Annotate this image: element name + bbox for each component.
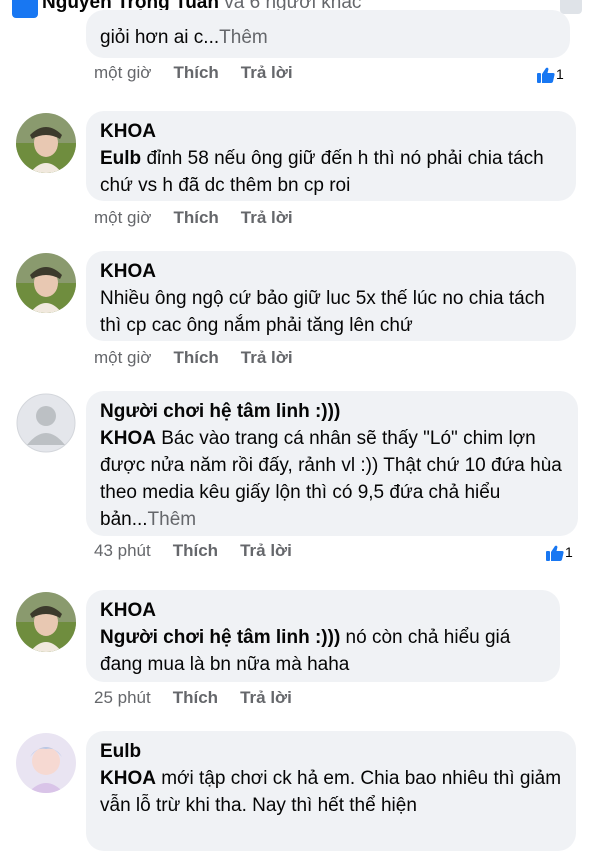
comment-body: đỉnh 58 nếu ông giữ đến h thì nó phải ch… (100, 148, 544, 196)
comment-meta: một giờ Thích Trả lời (94, 63, 293, 83)
comment-meta: một giờ Thích Trả lời (94, 348, 293, 368)
thumbs-up-icon (537, 67, 555, 84)
comment-meta: 43 phút Thích Trả lời (94, 541, 292, 561)
comment-bubble: KHOA Người chơi hệ tâm linh :))) nó còn … (86, 590, 560, 682)
mention-tag[interactable]: Eulb (100, 148, 141, 169)
reply-button[interactable]: Trả lời (240, 541, 292, 561)
like-button[interactable]: Thích (173, 688, 218, 708)
thumbs-up-icon (546, 545, 564, 562)
like-button[interactable]: Thích (173, 541, 218, 561)
reaction-number: 1 (565, 544, 573, 560)
avatar[interactable] (16, 253, 76, 313)
like-button[interactable]: Thích (173, 208, 218, 228)
default-avatar-icon (16, 393, 76, 453)
reaction-count[interactable]: 1 (536, 66, 564, 84)
comment-text: giỏi hơn ai c... (100, 27, 220, 48)
comment-time: 25 phút (94, 688, 151, 707)
comment-meta: một giờ Thích Trả lời (94, 208, 293, 228)
reply-button[interactable]: Trả lời (240, 688, 292, 708)
reaction-count[interactable]: 1 (545, 544, 573, 562)
reply-button[interactable]: Trả lời (241, 63, 293, 83)
comment-body: mới tập chơi ck hả em. Chia bao nhiêu th… (100, 768, 562, 816)
comment-text: Người chơi hệ tâm linh :))) nó còn chả h… (100, 624, 546, 678)
like-icon (12, 0, 38, 18)
comment-text: KHOA Bác vào trang cá nhân sẽ thấy "Ló" … (100, 425, 564, 533)
comment-bubble: Eulb KHOA mới tập chơi ck hả em. Chia ba… (86, 731, 576, 851)
avatar[interactable] (16, 113, 76, 173)
see-more-link[interactable]: Thêm (148, 509, 197, 530)
person-photo-icon (16, 592, 76, 652)
comment-author[interactable]: Người chơi hệ tâm linh :))) (100, 399, 564, 425)
like-button[interactable]: Thích (173, 63, 218, 83)
illustrated-avatar-icon (16, 733, 76, 793)
person-photo-icon (16, 113, 76, 173)
comment-bubble: giỏi hơn ai c...Thêm (86, 10, 570, 58)
comment-text: Nhiều ông ngộ cứ bảo giữ luc 5x thế lúc … (100, 288, 545, 336)
avatar[interactable] (16, 393, 76, 453)
comment-author[interactable]: Eulb (100, 739, 562, 765)
reaction-number: 1 (556, 66, 564, 82)
reply-button[interactable]: Trả lời (241, 348, 293, 368)
avatar[interactable] (16, 733, 76, 793)
mention-tag[interactable]: KHOA (100, 768, 156, 789)
comment-text: KHOA mới tập chơi ck hả em. Chia bao nhi… (100, 765, 562, 819)
comment-meta: 25 phút Thích Trả lời (94, 688, 292, 708)
like-button[interactable]: Thích (173, 348, 218, 368)
see-more-link[interactable]: Thêm (219, 27, 268, 48)
comment-bubble: KHOA Nhiều ông ngộ cứ bảo giữ luc 5x thế… (86, 251, 576, 341)
comment-time: một giờ (94, 63, 152, 82)
comment-bubble: KHOA Eulb đỉnh 58 nếu ông giữ đến h thì … (86, 111, 576, 201)
comment-time: 43 phút (94, 541, 151, 560)
comment-bubble: Người chơi hệ tâm linh :))) KHOA Bác vào… (86, 391, 578, 536)
person-photo-icon (16, 253, 76, 313)
comment-author[interactable]: KHOA (100, 598, 546, 624)
comment-time: một giờ (94, 348, 152, 367)
mention-tag[interactable]: Người chơi hệ tâm linh :))) (100, 627, 340, 648)
comment-author[interactable]: KHOA (100, 119, 562, 145)
avatar[interactable] (16, 592, 76, 652)
comment-text: Eulb đỉnh 58 nếu ông giữ đến h thì nó ph… (100, 145, 562, 199)
comment-author[interactable]: KHOA (100, 259, 562, 285)
reply-button[interactable]: Trả lời (241, 208, 293, 228)
mention-tag[interactable]: KHOA (100, 428, 156, 449)
comment-time: một giờ (94, 208, 152, 227)
